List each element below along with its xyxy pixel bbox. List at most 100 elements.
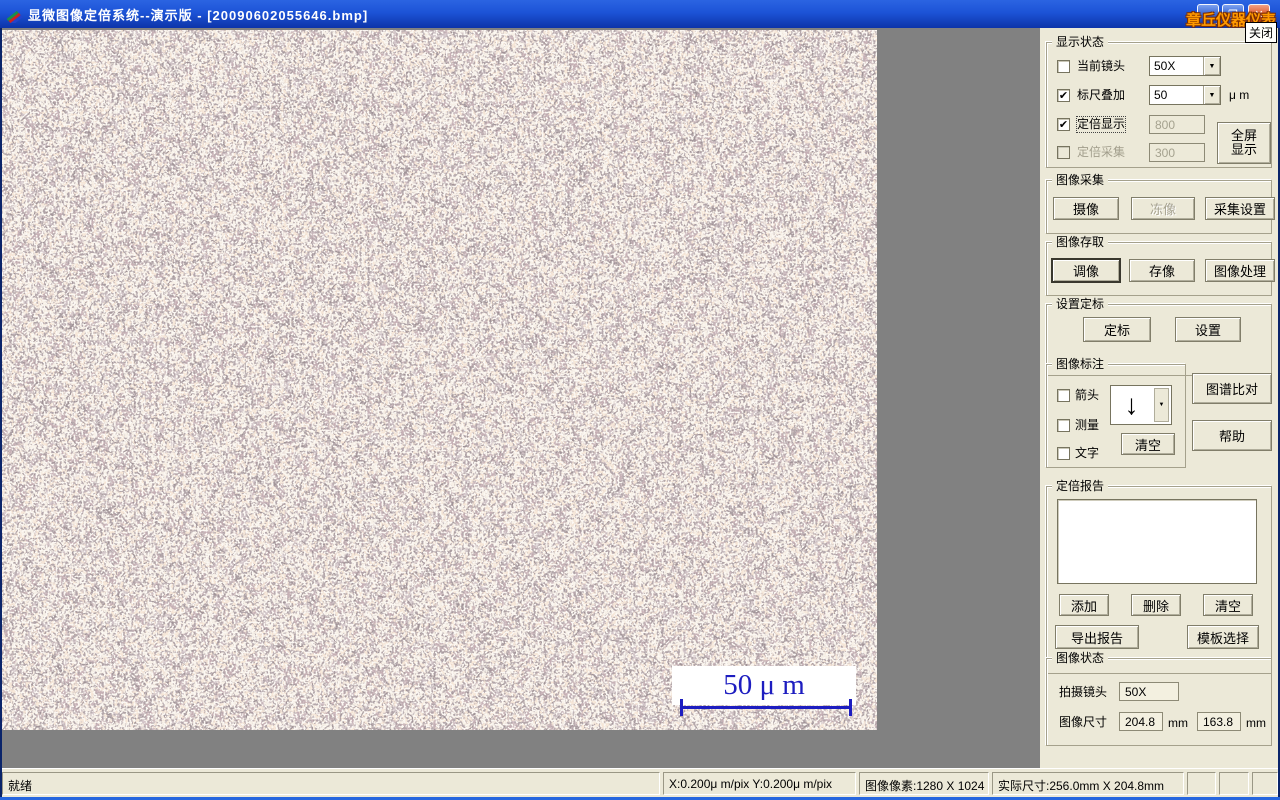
capture-settings-button[interactable]: 采集设置 xyxy=(1205,197,1275,220)
text-checkbox[interactable] xyxy=(1057,447,1070,460)
group-capture: 图像采集 摄像 冻像 采集设置 xyxy=(1046,173,1275,234)
group-storage: 图像存取 调像 存像 图像处理 xyxy=(1046,235,1275,296)
current-lens-combo[interactable]: 50X ▼ xyxy=(1149,56,1221,76)
fixed-capture-label: 定倍采集 xyxy=(1077,145,1126,159)
micrograph-texture xyxy=(2,30,877,730)
atlas-compare-label: 图谱比对 xyxy=(1205,382,1258,397)
shoot-button[interactable]: 摄像 xyxy=(1053,197,1119,220)
report-add-button[interactable]: 添加 xyxy=(1059,594,1109,616)
image-process-label: 图像处理 xyxy=(1213,264,1266,279)
arrow-down-icon: ↓ xyxy=(1124,389,1139,420)
ruler-value-combo[interactable]: 50 ▼ xyxy=(1149,85,1221,105)
image-process-button[interactable]: 图像处理 xyxy=(1205,259,1275,282)
group-annotation-title: 图像标注 xyxy=(1052,357,1109,371)
calibration-setup-label: 设置 xyxy=(1194,323,1221,338)
fixed-display-label: 定倍显示 xyxy=(1075,116,1127,133)
help-button[interactable]: 帮助 xyxy=(1192,420,1272,451)
capture-settings-label: 采集设置 xyxy=(1213,202,1266,217)
lens-field: 50X xyxy=(1119,682,1179,701)
size-field-label: 图像尺寸 xyxy=(1059,715,1108,729)
image-width-field: 204.8 xyxy=(1119,712,1163,731)
report-clear-label: 清空 xyxy=(1214,598,1241,614)
status-empty-2 xyxy=(1219,772,1249,795)
fullscreen-button-line2: 显示 xyxy=(1230,142,1257,157)
fixed-display-value: 800 xyxy=(1155,118,1176,132)
image-height-field: 163.8 xyxy=(1197,712,1241,731)
help-label: 帮助 xyxy=(1218,429,1245,444)
fixed-display-input: 800 xyxy=(1149,115,1205,134)
ruler-overlay-label: 标尺叠加 xyxy=(1077,88,1126,102)
fullscreen-button-line1: 全屏 xyxy=(1230,128,1257,143)
chevron-down-icon[interactable]: ▼ xyxy=(1203,86,1220,104)
check-icon: ✔ xyxy=(1058,89,1069,102)
report-add-label: 添加 xyxy=(1070,598,1097,614)
template-select-button[interactable]: 模板选择 xyxy=(1187,625,1259,649)
ruler-unit-label: μ m xyxy=(1229,88,1250,102)
status-real-size: 实际尺寸:256.0mm X 204.8mm xyxy=(992,772,1184,795)
chevron-down-icon[interactable]: ▼ xyxy=(1203,57,1220,75)
chevron-down-icon[interactable]: ▼ xyxy=(1154,388,1169,422)
report-clear-button[interactable]: 清空 xyxy=(1203,594,1253,616)
load-image-button[interactable]: 调像 xyxy=(1051,258,1121,283)
atlas-compare-button[interactable]: 图谱比对 xyxy=(1192,373,1272,404)
group-image-status: 图像状态 拍摄镜头 50X 图像尺寸 204.8 mm 163.8 mm xyxy=(1046,651,1272,746)
scalebar-line xyxy=(680,706,852,709)
image-canvas-background: 50 μ m xyxy=(2,28,1040,768)
group-annotation: 图像标注 箭头 ↓ ▼ 测量 文字 清空 xyxy=(1046,357,1186,468)
image-height-value: 163.8 xyxy=(1203,715,1234,729)
calibrate-label: 定标 xyxy=(1103,323,1130,338)
report-delete-button[interactable]: 删除 xyxy=(1131,594,1181,616)
save-image-label: 存像 xyxy=(1148,264,1175,279)
group-capture-title: 图像采集 xyxy=(1052,173,1109,187)
group-image-status-title: 图像状态 xyxy=(1052,651,1109,665)
group-report-title: 定倍报告 xyxy=(1052,479,1109,493)
export-report-button[interactable]: 导出报告 xyxy=(1055,625,1139,649)
ruler-overlay-checkbox[interactable]: ✔ xyxy=(1057,89,1070,102)
status-image-pixels: 图像像素:1280 X 1024 xyxy=(859,772,989,795)
window-left-border xyxy=(0,28,2,800)
title-bar: 显微图像定倍系统--演示版 - [20090602055646.bmp] – ❐… xyxy=(0,0,1280,28)
group-display-status-title: 显示状态 xyxy=(1052,35,1109,49)
fixed-display-checkbox[interactable]: ✔ xyxy=(1057,118,1070,131)
arrow-label: 箭头 xyxy=(1075,388,1100,402)
freeze-button-label: 冻像 xyxy=(1149,202,1176,217)
group-report: 定倍报告 添加 删除 清空 导出报告 模板选择 xyxy=(1046,479,1272,674)
lens-field-label: 拍摄镜头 xyxy=(1059,685,1108,699)
fixed-capture-checkbox xyxy=(1057,146,1070,159)
export-report-label: 导出报告 xyxy=(1070,630,1123,646)
lens-field-value: 50X xyxy=(1125,685,1147,699)
status-empty-1 xyxy=(1187,772,1216,795)
current-lens-checkbox[interactable] xyxy=(1057,60,1070,73)
current-lens-value: 50X xyxy=(1154,59,1176,73)
scalebar-right-cap xyxy=(849,699,852,716)
save-image-button[interactable]: 存像 xyxy=(1129,259,1195,282)
group-storage-title: 图像存取 xyxy=(1052,235,1109,249)
status-bar: 就绪 X:0.200μ m/pix Y:0.200μ m/pix 图像像素:12… xyxy=(0,768,1280,797)
scalebar-left-cap xyxy=(680,699,683,716)
annotation-clear-button[interactable]: 清空 xyxy=(1121,433,1175,455)
fixed-capture-value: 300 xyxy=(1155,146,1176,160)
fullscreen-button[interactable]: 全屏 显示 xyxy=(1217,122,1271,164)
measure-label: 测量 xyxy=(1075,418,1100,432)
height-unit-label: mm xyxy=(1246,716,1266,730)
measure-checkbox[interactable] xyxy=(1057,419,1070,432)
report-delete-label: 删除 xyxy=(1142,598,1169,614)
template-select-label: 模板选择 xyxy=(1196,630,1249,646)
arrow-checkbox[interactable] xyxy=(1057,389,1070,402)
calibration-setup-button[interactable]: 设置 xyxy=(1175,317,1241,342)
width-unit-label: mm xyxy=(1168,716,1188,730)
status-ready: 就绪 xyxy=(2,772,660,795)
report-list[interactable] xyxy=(1057,499,1257,584)
freeze-button: 冻像 xyxy=(1131,197,1195,220)
arrow-style-combo[interactable]: ↓ ▼ xyxy=(1110,385,1172,425)
fixed-capture-input: 300 xyxy=(1149,143,1205,162)
image-width-value: 204.8 xyxy=(1125,715,1156,729)
window-title: 显微图像定倍系统--演示版 - [20090602055646.bmp] xyxy=(28,8,369,23)
ruler-value: 50 xyxy=(1154,88,1168,102)
group-calibration-title: 设置定标 xyxy=(1052,297,1109,311)
check-icon: ✔ xyxy=(1058,118,1069,131)
control-panel: 显示状态 当前镜头 50X ▼ ✔ 标尺叠加 50 ▼ μ m ✔ 定倍显示 8… xyxy=(1040,28,1278,768)
text-label: 文字 xyxy=(1075,446,1100,460)
scalebar-label: 50 μ m xyxy=(723,669,805,701)
calibrate-button[interactable]: 定标 xyxy=(1083,317,1151,342)
